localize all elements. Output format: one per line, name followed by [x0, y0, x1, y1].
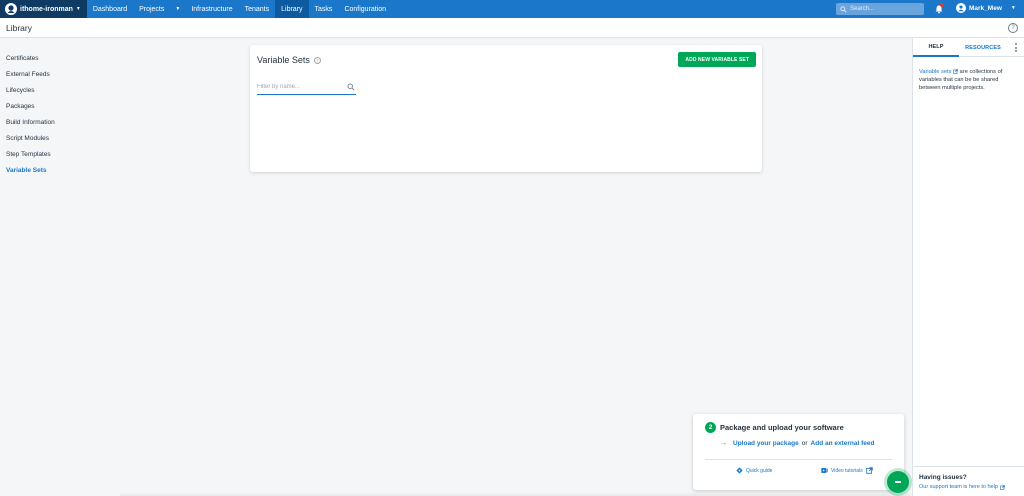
user-menu[interactable]: Mark_Mew ▼	[956, 3, 1016, 13]
help-description: Variable sets are collections of variabl…	[913, 57, 1024, 92]
search-icon	[347, 83, 355, 91]
bottom-shadow	[120, 492, 910, 496]
projects-dropdown-icon[interactable]: ▼	[170, 0, 185, 18]
divider	[705, 459, 892, 460]
sidebar-item-packages[interactable]: Packages	[0, 98, 120, 114]
add-external-feed-link[interactable]: Add an external feed	[811, 440, 875, 447]
nav-configuration[interactable]: Configuration	[338, 0, 392, 18]
variable-sets-heading: Variable Sets	[257, 55, 310, 65]
sidebar-item-step-templates[interactable]: Step Templates	[0, 146, 120, 162]
sidebar-item-variable-sets[interactable]: Variable Sets	[0, 162, 120, 178]
global-search-input[interactable]: Search...	[836, 3, 924, 15]
tab-resources[interactable]: RESOURCES	[959, 38, 1007, 57]
or-text: or	[801, 440, 808, 447]
arrow-right-icon: →	[720, 440, 727, 447]
minimize-icon	[895, 481, 901, 483]
sidebar-item-lifecycles[interactable]: Lifecycles	[0, 82, 120, 98]
nav-projects[interactable]: Projects	[133, 0, 170, 18]
caret-down-icon: ▼	[75, 6, 81, 12]
compass-icon	[736, 467, 743, 474]
top-navigation-bar: ithome-ironman ▼ Dashboard Projects ▼ In…	[0, 0, 1024, 18]
user-name: Mark_Mew	[969, 4, 1002, 12]
onboarding-actions: → Upload your package or Add an external…	[720, 440, 874, 447]
card-title: Variable Sets ?	[257, 55, 321, 65]
nav-infrastructure[interactable]: Infrastructure	[185, 0, 238, 18]
nav-tasks[interactable]: Tasks	[309, 0, 339, 18]
external-link-icon	[865, 467, 873, 474]
page-title: Library	[6, 22, 32, 33]
search-placeholder: Search...	[850, 6, 875, 12]
variable-sets-card: Variable Sets ? ADD NEW VARIABLE SET	[250, 45, 762, 172]
help-icon[interactable]: ?	[1008, 23, 1018, 33]
space-switcher[interactable]: ithome-ironman ▼	[0, 0, 87, 18]
external-link-icon	[1000, 484, 1005, 490]
video-tutorials-label: Video tutorials	[831, 467, 863, 474]
add-new-variable-set-button[interactable]: ADD NEW VARIABLE SET	[678, 52, 756, 67]
upload-package-link[interactable]: Upload your package	[733, 440, 799, 447]
onboarding-title: Package and upload your software	[720, 423, 844, 432]
info-question-icon[interactable]: ?	[313, 56, 321, 64]
space-name: ithome-ironman	[20, 5, 73, 13]
support-link[interactable]: Our support team is here to help	[919, 484, 1019, 490]
support-link-text: Our support team is here to help	[919, 484, 998, 490]
onboarding-toggle-button[interactable]	[887, 471, 909, 493]
video-icon	[821, 468, 828, 473]
page-header: Library ?	[0, 18, 1024, 38]
sidebar-item-external-feeds[interactable]: External Feeds	[0, 66, 120, 82]
nav-dashboard[interactable]: Dashboard	[87, 0, 133, 18]
onboarding-card: 2 Package and upload your software → Upl…	[693, 414, 904, 490]
nav-tenants[interactable]: Tenants	[239, 0, 276, 18]
help-tabs: HELP RESOURCES	[913, 38, 1024, 57]
library-sidebar: Certificates External Feeds Lifecycles P…	[0, 50, 120, 178]
filter-by-name-input[interactable]	[257, 82, 345, 90]
help-sidebar: HELP RESOURCES Variable sets are collect…	[912, 38, 1024, 496]
variable-sets-doc-link[interactable]: Variable sets	[919, 69, 951, 75]
external-link-icon	[953, 68, 958, 74]
step-number-badge: 2	[705, 422, 716, 433]
search-icon	[840, 5, 847, 13]
filter-field	[257, 82, 356, 95]
quick-guide-label: Quick guide	[746, 467, 773, 474]
nav-library[interactable]: Library	[275, 0, 309, 18]
notification-badge	[940, 3, 944, 7]
video-tutorials-link[interactable]: Video tutorials	[821, 467, 873, 474]
tab-help[interactable]: HELP	[913, 38, 959, 57]
support-section: Having issues? Our support team is here …	[913, 466, 1024, 490]
user-avatar-icon	[956, 3, 966, 13]
quick-guide-link[interactable]: Quick guide	[736, 467, 772, 474]
space-logo-icon	[5, 3, 17, 15]
sidebar-item-script-modules[interactable]: Script Modules	[0, 130, 120, 146]
more-options-icon[interactable]	[1015, 43, 1018, 52]
caret-down-icon: ▼	[1010, 5, 1016, 11]
onboarding-header: 2 Package and upload your software	[705, 422, 844, 433]
issues-heading: Having issues?	[919, 474, 967, 481]
sidebar-item-certificates[interactable]: Certificates	[0, 50, 120, 66]
sidebar-item-build-information[interactable]: Build Information	[0, 114, 120, 130]
